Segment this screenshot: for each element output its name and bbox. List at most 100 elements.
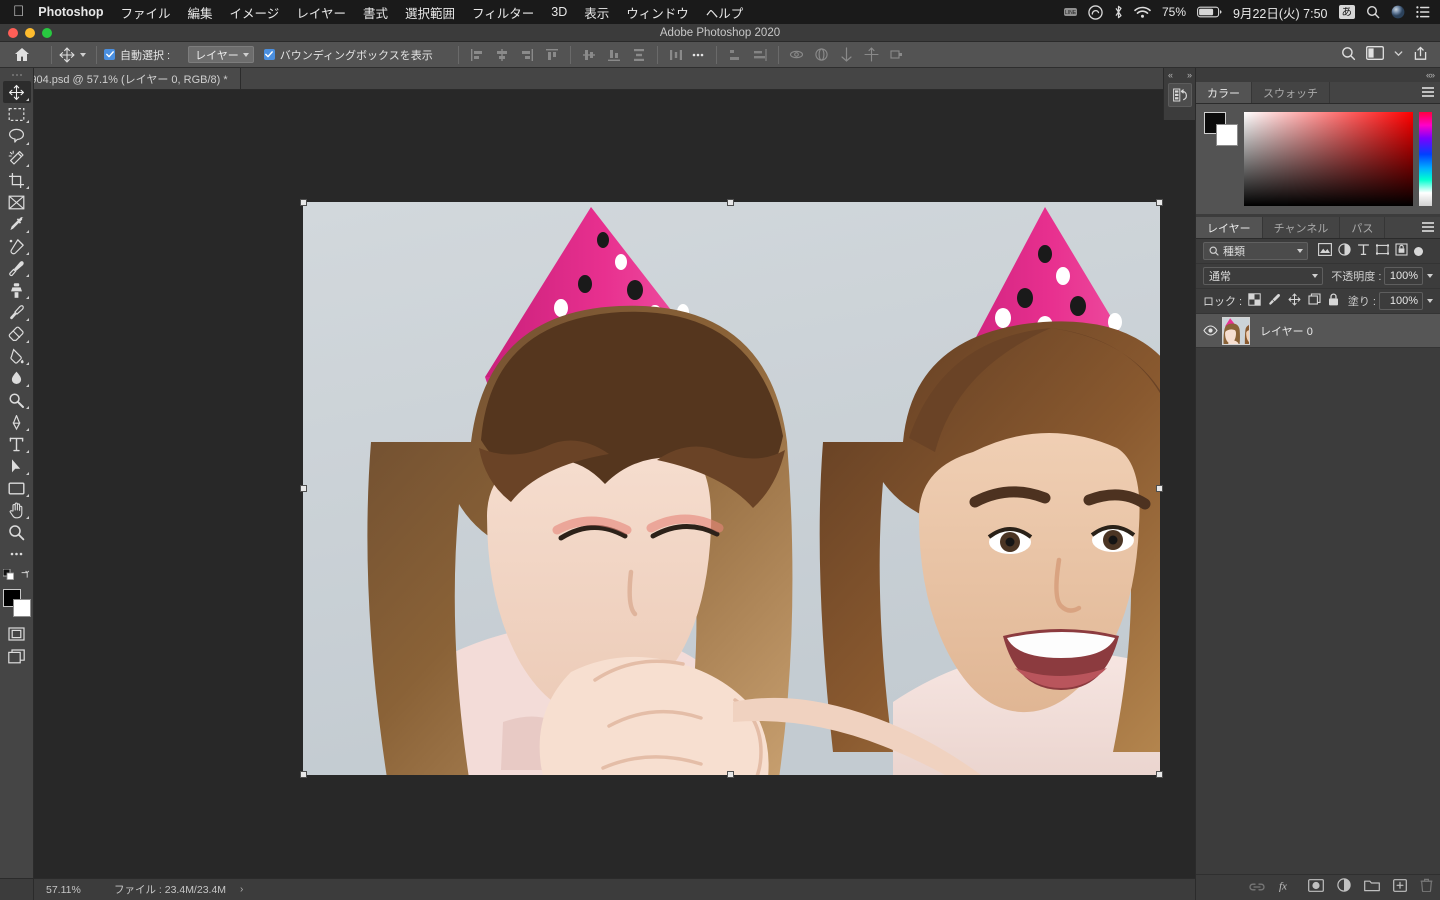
show-bounding-box-checkbox[interactable] [263,49,275,60]
transform-handle-top-right[interactable] [1156,199,1163,206]
blend-mode-dropdown[interactable]: 通常 [1203,267,1324,285]
align-right-edges-icon[interactable] [516,45,538,65]
sidebar-item-horizontal-type-tool[interactable] [3,433,31,455]
filter-shape-layers-icon[interactable] [1376,243,1389,259]
slide-3d-icon[interactable] [861,45,883,65]
move-tool-icon[interactable] [59,46,86,63]
filter-adjustment-layers-icon[interactable] [1338,243,1351,259]
tab-layers[interactable]: レイヤー [1196,217,1263,238]
zoom-level[interactable]: 57.11% [46,884,104,896]
sidebar-item-rectangle-tool[interactable] [3,477,31,499]
filter-pixel-layers-icon[interactable] [1318,243,1332,259]
sidebar-item-path-selection-tool[interactable] [3,455,31,477]
control-center-icon[interactable] [1416,6,1430,18]
menu-file[interactable]: ファイル [121,3,171,22]
filter-type-layers-icon[interactable] [1357,243,1370,259]
auto-select-group[interactable]: 自動選択 : [104,47,176,63]
lock-image-pixels-icon[interactable] [1268,293,1281,309]
align-bottom-edges-icon[interactable] [603,45,625,65]
line-app-icon[interactable]: LINE [1063,7,1077,17]
menu-help[interactable]: ヘルプ [706,3,744,22]
quick-mask-mode-button[interactable] [3,623,31,645]
foreground-background-color-swatch[interactable] [2,589,31,617]
close-window-button[interactable] [8,28,18,38]
dock-collapse-icon[interactable]: «» [1426,70,1435,80]
tab-channels[interactable]: チャンネル [1263,217,1341,238]
menu-layer[interactable]: レイヤー [296,3,346,22]
more-options-icon[interactable] [687,45,709,65]
filter-toggle-icon[interactable] [1414,246,1423,256]
tab-color[interactable]: カラー [1196,82,1252,103]
distribute-spacing-icon[interactable] [724,45,746,65]
tool-preset-caret-icon[interactable] [80,52,86,57]
status-expand-icon[interactable]: › [240,884,243,895]
align-left-edges-icon[interactable] [466,45,488,65]
fill-slider-caret-icon[interactable] [1427,299,1433,303]
share-icon[interactable] [1413,46,1428,64]
color-panel-swatches[interactable] [1202,112,1238,146]
canvas-area[interactable] [34,90,1195,878]
new-group-icon[interactable] [1364,879,1380,897]
menu-image[interactable]: イメージ [230,3,280,22]
fill-value[interactable]: 100% [1379,292,1423,310]
color-ramp-picker[interactable] [1244,112,1413,206]
tab-swatches[interactable]: スウォッチ [1252,82,1330,103]
apple-logo-icon[interactable]:  [13,4,24,19]
sidebar-item-rectangular-marquee-tool[interactable] [3,103,31,125]
menu-app-name[interactable]: Photoshop [38,5,103,19]
add-layer-mask-icon[interactable] [1308,878,1324,897]
bluetooth-icon[interactable] [1114,5,1123,19]
new-adjustment-layer-icon[interactable] [1337,878,1351,897]
layer-thumbnail[interactable] [1222,316,1250,345]
workspace-caret-icon[interactable] [1394,49,1403,61]
transform-handle-middle-right[interactable] [1156,485,1163,492]
menu-filter[interactable]: フィルター [472,3,534,22]
lock-artboard-nesting-icon[interactable] [1308,293,1321,309]
auto-select-scope-dropdown[interactable]: レイヤー [188,46,254,63]
sidebar-item-frame-tool[interactable] [3,191,31,213]
panel-menu-icon[interactable] [1422,87,1434,99]
sidebar-item-history-brush-tool[interactable] [3,301,31,323]
sidebar-item-lasso-tool[interactable] [3,125,31,147]
new-layer-icon[interactable] [1393,878,1407,897]
sidebar-item-hand-tool[interactable] [3,499,31,521]
align-distribute-icon[interactable] [749,45,771,65]
sidebar-item-spot-healing-brush-tool[interactable] [3,235,31,257]
battery-icon[interactable] [1197,6,1222,18]
ime-indicator[interactable]: あ [1338,4,1355,20]
document-tab[interactable]: ✕ 2904.psd @ 57.1% (レイヤー 0, RGB/8) * [0,68,241,89]
spotlight-search-icon[interactable] [1366,5,1380,19]
sidebar-item-pen-tool[interactable] [3,411,31,433]
screen-mode-button[interactable] [3,645,31,667]
sidebar-item-brush-tool[interactable] [3,257,31,279]
sidebar-item-quick-selection-tool[interactable] [3,147,31,169]
sidebar-item-clone-stamp-tool[interactable] [3,279,31,301]
auto-select-checkbox[interactable] [104,49,115,60]
default-colors-icon[interactable] [2,567,14,585]
eye-icon[interactable] [1200,325,1220,336]
transform-handle-middle-left[interactable] [300,485,307,492]
background-color-swatch[interactable] [12,599,31,617]
roll-3d-icon[interactable] [811,45,833,65]
lock-transparent-pixels-icon[interactable] [1248,293,1261,309]
history-panel-icon[interactable] [1167,83,1192,107]
collapse-panel-icon[interactable]: « [1168,70,1173,80]
siri-icon[interactable] [1391,5,1405,19]
panel-menu-icon[interactable] [1422,222,1434,234]
swap-colors-icon[interactable] [20,567,31,585]
drag-3d-icon[interactable] [836,45,858,65]
edit-toolbar-button[interactable] [3,543,31,565]
search-icon[interactable] [1341,46,1356,64]
tab-paths[interactable]: パス [1340,217,1386,238]
delete-layer-icon[interactable] [1420,878,1433,897]
artboard[interactable] [303,202,1160,775]
transform-handle-top-left[interactable] [300,199,307,206]
transform-handle-bottom-right[interactable] [1156,771,1163,778]
lock-all-icon[interactable] [1328,293,1339,309]
distribute-horizontal-icon[interactable] [665,45,687,65]
layer-row[interactable]: レイヤー 0 [1196,314,1440,348]
sidebar-item-crop-tool[interactable] [3,169,31,191]
expand-panel-icon[interactable]: » [1187,70,1192,80]
creative-cloud-icon[interactable] [1088,4,1103,20]
transform-handle-top-center[interactable] [727,199,734,206]
